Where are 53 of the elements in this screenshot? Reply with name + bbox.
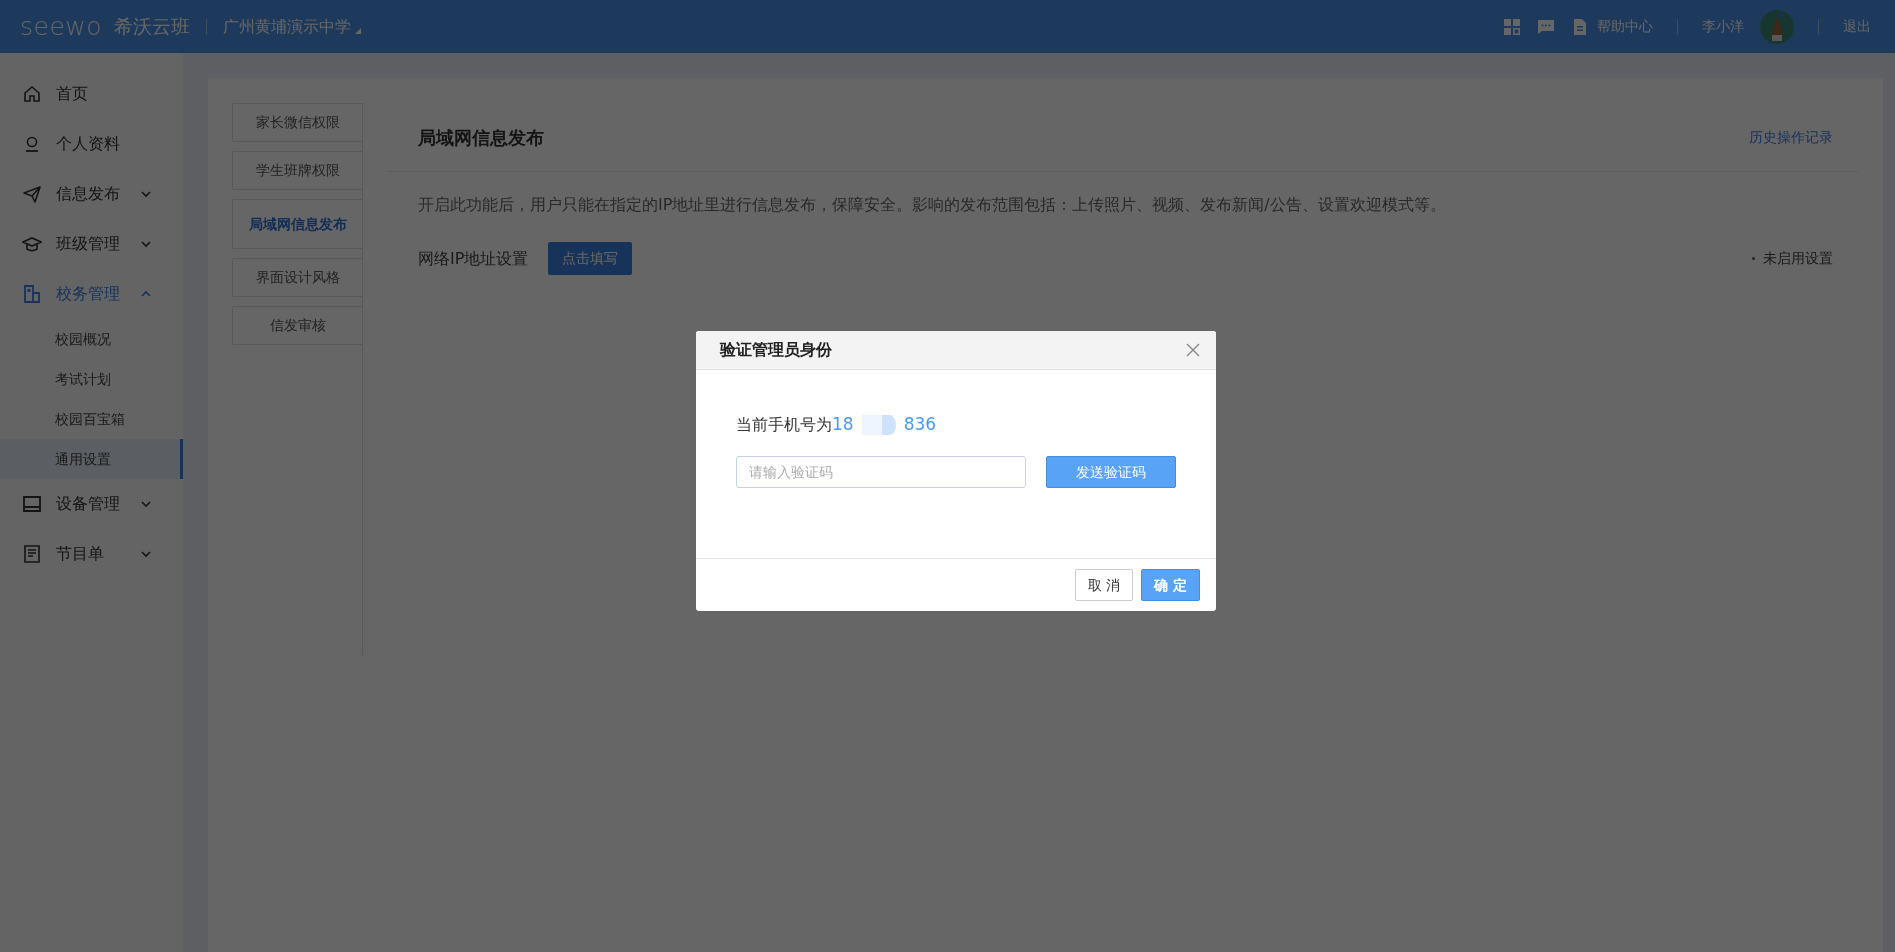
graduation-cap-icon — [22, 234, 42, 254]
corner-icon[interactable] — [355, 27, 362, 34]
sidebar-item[interactable]: 校务管理 — [0, 269, 183, 319]
document-icon[interactable] — [1571, 17, 1589, 36]
settings-tab[interactable]: 局域网信息发布 — [232, 199, 362, 249]
logout-link[interactable]: 退出 — [1843, 16, 1871, 37]
home-icon — [22, 84, 42, 104]
sidebar-subitem[interactable]: 考试计划 — [0, 359, 183, 399]
phone-number-end: 836 — [903, 413, 937, 437]
paper-plane-icon — [22, 184, 42, 204]
sidebar-item[interactable]: 设备管理 — [0, 479, 183, 529]
ip-setting-label: 网络IP地址设置 — [418, 247, 529, 270]
chevron-icon — [141, 549, 151, 559]
product-name: 希沃云班 — [114, 14, 191, 40]
sidebar-item[interactable]: 节目单 — [0, 529, 183, 579]
grid-icon[interactable] — [1503, 17, 1521, 36]
phone-label: 当前手机号为 — [736, 414, 832, 436]
user-name[interactable]: 李小洋 — [1702, 16, 1744, 37]
sidebar-subitem[interactable]: 校园概况 — [0, 319, 183, 359]
chevron-icon — [141, 499, 151, 509]
fill-in-button[interactable]: 点击填写 — [548, 242, 633, 275]
sidebar-item[interactable]: 首页 — [0, 69, 183, 119]
sidebar-item[interactable]: 班级管理 — [0, 219, 183, 269]
chevron-icon — [141, 189, 151, 199]
section-title: 局域网信息发布 — [418, 125, 544, 150]
code-input-field[interactable]: 请输入验证码 — [736, 456, 1026, 488]
sidebar-subitem[interactable]: 校园百宝箱 — [0, 399, 183, 439]
confirm-button[interactable]: 确 定 — [1141, 569, 1200, 601]
settings-tab[interactable]: 学生班牌权限 — [232, 151, 362, 190]
logo[interactable]: seewo — [20, 7, 103, 46]
history-link[interactable]: 历史操作记录 — [1749, 126, 1833, 148]
monitor-icon — [22, 494, 42, 514]
sidebar-subitem[interactable]: 通用设置 — [0, 439, 183, 479]
phone-number-start: 18 — [832, 413, 854, 437]
close-button[interactable] — [1186, 343, 1200, 357]
send-code-button[interactable]: 发送验证码 — [1046, 456, 1176, 488]
chat-icon[interactable] — [1537, 17, 1555, 36]
school-name: 广州黄埔演示中学 — [223, 15, 352, 38]
dialog-title: 验证管理员身份 — [720, 339, 832, 361]
sidebar-item[interactable]: 信息发布 — [0, 169, 183, 219]
status-dot — [1752, 257, 1755, 260]
settings-tab[interactable]: 家长微信权限 — [232, 103, 362, 142]
settings-tab[interactable]: 信发审核 — [232, 306, 362, 345]
chevron-icon — [141, 289, 151, 299]
avatar-icon[interactable] — [1760, 9, 1794, 44]
building-icon — [22, 284, 42, 304]
list-icon — [22, 544, 42, 564]
status-text: 未启用设置 — [1763, 249, 1833, 268]
settings-tab[interactable]: 界面设计风格 — [232, 258, 362, 297]
sidebar-item[interactable]: 个人资料 — [0, 119, 183, 169]
help-link[interactable]: 帮助中心 — [1597, 16, 1653, 37]
cancel-button[interactable]: 取 消 — [1075, 569, 1133, 601]
chevron-icon — [141, 239, 151, 249]
